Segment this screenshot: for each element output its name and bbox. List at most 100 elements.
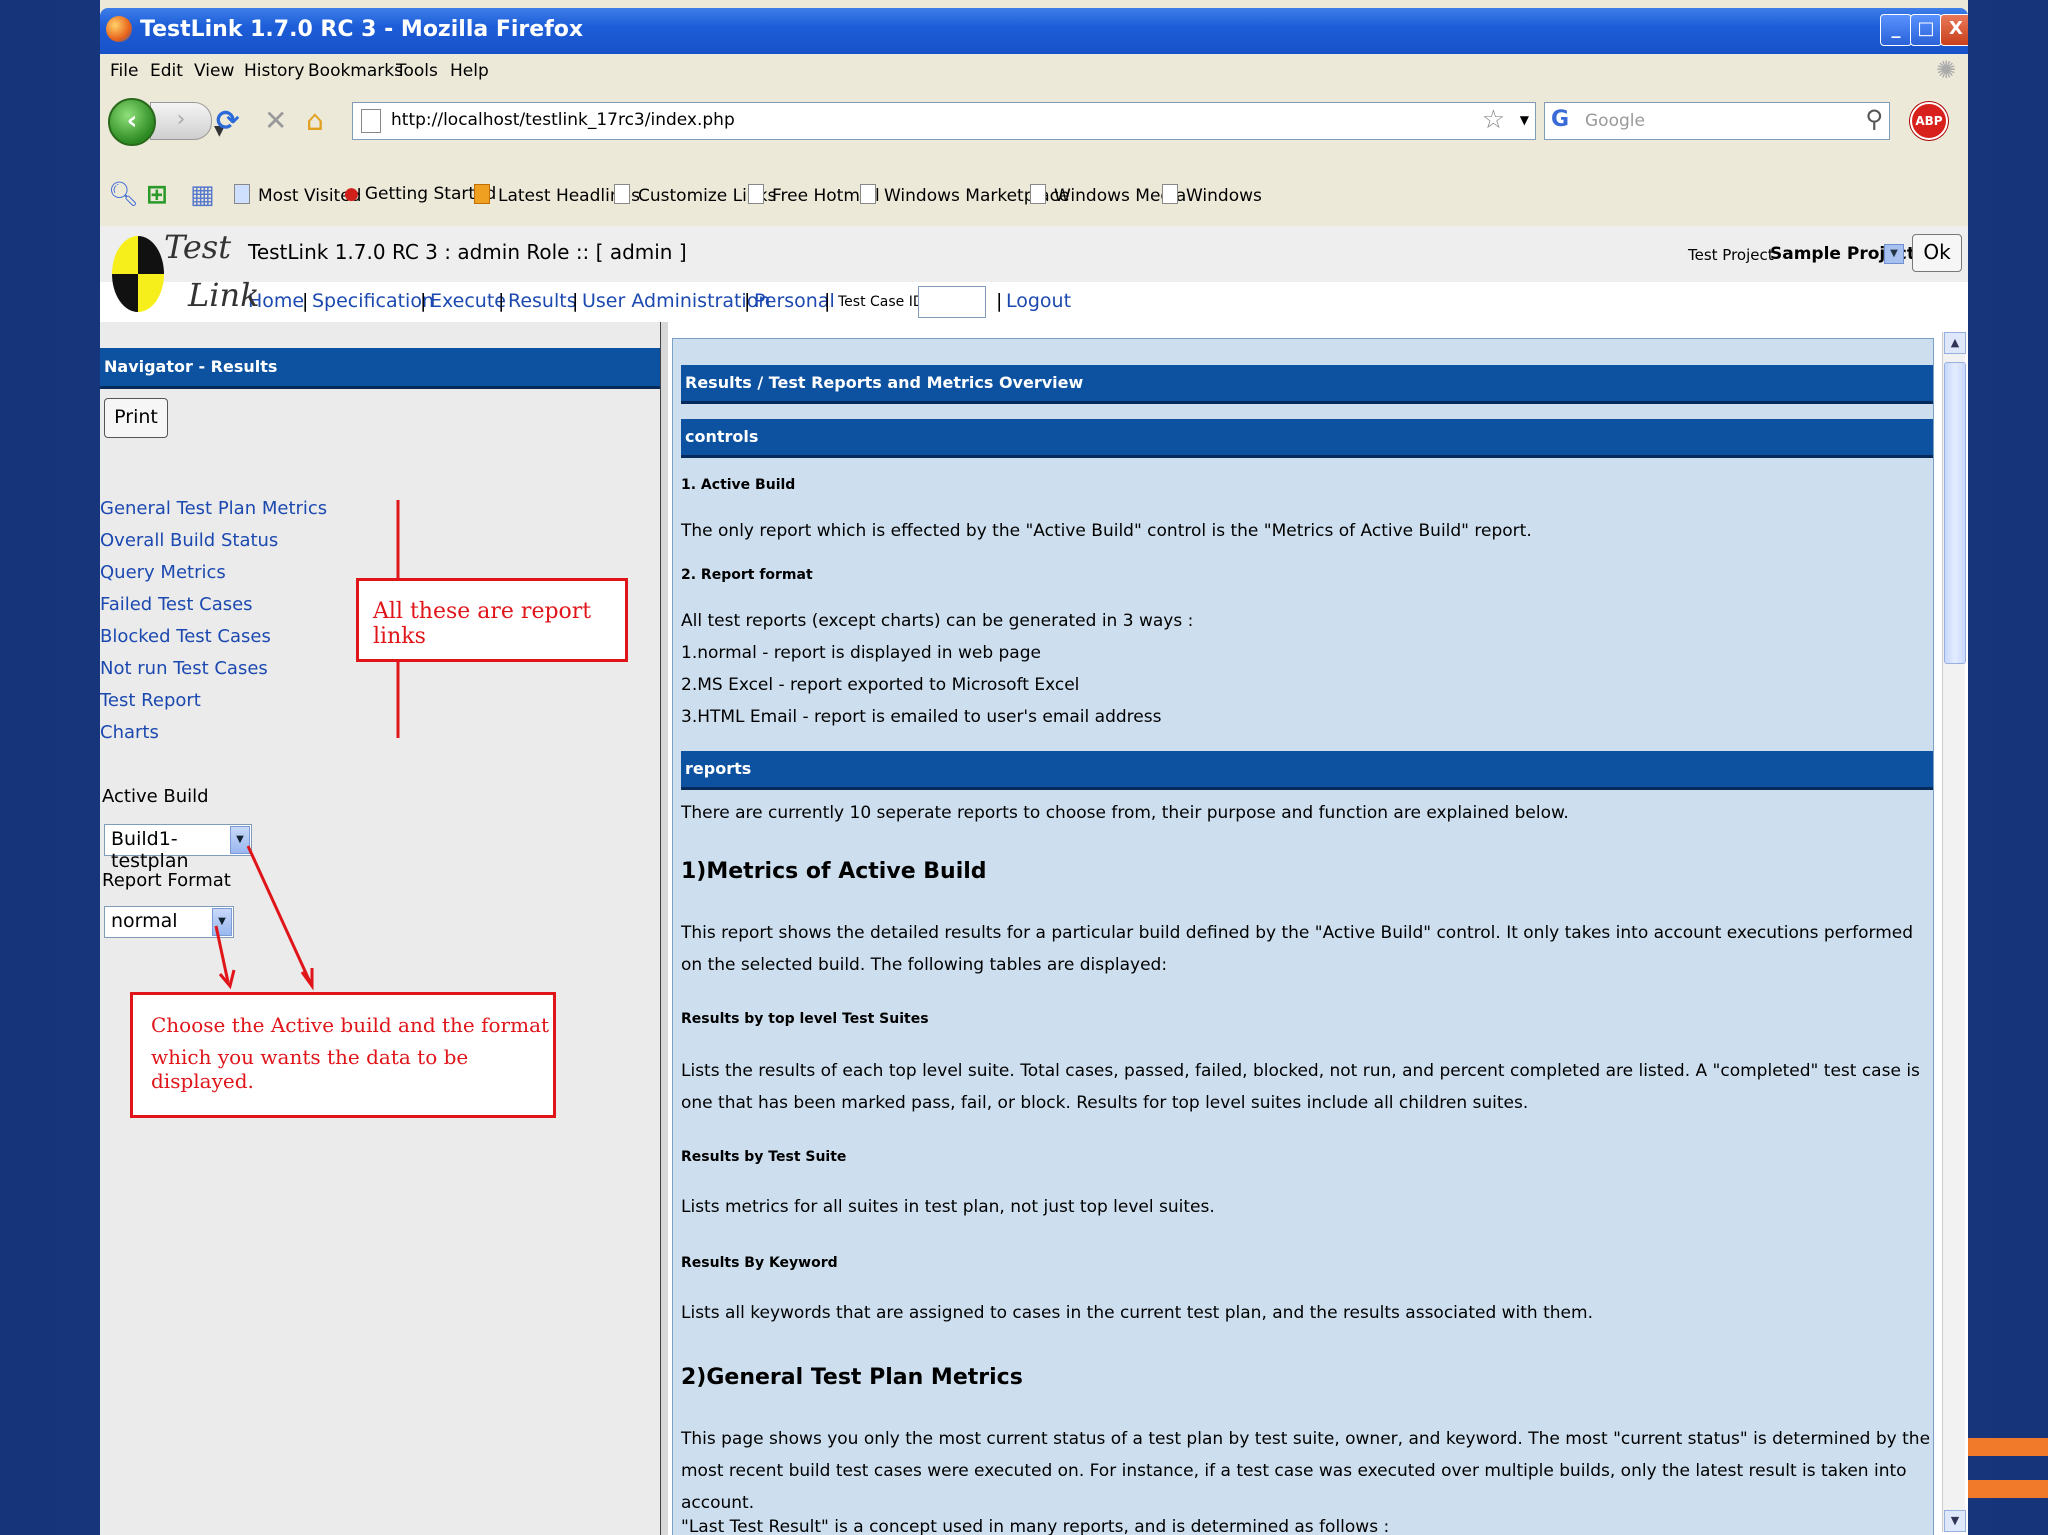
menu-bookmarks[interactable]: Bookmarks [308,61,403,81]
menu-tools[interactable]: Tools [396,61,438,81]
home-icon[interactable]: ⌂ [306,106,324,136]
browser-window: TestLink 1.7.0 RC 3 - Mozilla Firefox _ … [100,0,1968,1535]
report-link-blocked-test-cases[interactable]: Blocked Test Cases [100,626,271,647]
report-link-failed-test-cases[interactable]: Failed Test Cases [100,594,253,615]
scroll-down-icon[interactable]: ▼ [1944,1510,1966,1532]
top-suites-heading: Results by top level Test Suites [681,1011,929,1027]
throbber-icon: ✺ [1936,56,1957,84]
active-build-heading: 1. Active Build [681,477,796,493]
bookmarks-toolbar: 🔍︎ ⊞ ▦ Most Visited ● Getting Started Lat… [100,164,1968,227]
report-format-intro: All test reports (except charts) can be … [681,611,1194,631]
menu-separator: | [302,290,309,312]
star-icon[interactable]: ☆ [1482,105,1505,135]
report-link-not-run-test-cases[interactable]: Not run Test Cases [100,658,268,679]
test-case-id-label: Test Case ID: [838,294,929,310]
menu-separator: | [996,290,1003,312]
menu-separator: | [572,290,579,312]
results-content: Results / Test Reports and Metrics Overv… [672,338,1934,1535]
menu-bar: File Edit View History Bookmarks Tools H… [100,54,1968,88]
navigator-header: Navigator - Results [100,348,660,389]
nav-results[interactable]: Results [508,290,577,312]
metrics-active-build-text: This report shows the detailed results f… [681,923,1914,975]
scroll-thumb[interactable] [1944,362,1966,664]
report-format-way: 2.MS Excel - report exported to Microsof… [681,675,1080,695]
back-button[interactable]: ‹ [108,98,156,146]
testlink-title: TestLink 1.7.0 RC 3 : admin Role :: [ ad… [248,240,687,264]
page-icon [361,109,381,133]
report-format-heading: 2. Report format [681,567,813,583]
annotation-choose-build: Choose the Active build and the format w… [130,992,556,1118]
menu-history[interactable]: History [244,61,304,81]
nav-personal[interactable]: Personal [754,290,835,312]
menu-view[interactable]: View [194,61,234,81]
bookmark-windows[interactable]: Windows [1162,184,1262,206]
report-link-overall-build-status[interactable]: Overall Build Status [100,530,278,551]
controls-bar: controls [681,419,1933,458]
menu-separator: | [744,290,751,312]
url-dropdown-icon[interactable]: ▼ [1520,113,1529,127]
search-icon[interactable]: ⚲ [1865,105,1883,133]
bookmark-most-visited[interactable]: Most Visited [234,184,361,206]
nav-logout[interactable]: Logout [1006,290,1071,312]
url-text: http://localhost/testlink_17rc3/index.ph… [391,110,735,130]
maximize-button[interactable]: □ [1910,14,1942,46]
forward-button[interactable]: › [150,102,212,140]
menu-separator: | [420,290,427,312]
test-project-label: Test Project [1688,246,1774,264]
reload-icon[interactable]: ⟳ [216,106,239,136]
report-link-query-metrics[interactable]: Query Metrics [100,562,226,583]
by-keyword-heading: Results By Keyword [681,1255,838,1271]
by-keyword-text: Lists all keywords that are assigned to … [681,1303,1593,1323]
metrics-active-build-heading: 1)Metrics of Active Build [681,859,987,884]
slide-accent-bar [1968,1438,2048,1456]
menu-help[interactable]: Help [450,61,489,81]
active-build-text: The only report which is effected by the… [681,521,1532,541]
slide-accent-bar [1968,1480,2048,1498]
ok-button[interactable]: Ok [1912,234,1962,272]
general-metrics-text: This page shows you only the most curren… [681,1429,1931,1513]
report-link-test-report[interactable]: Test Report [100,690,201,711]
menu-separator: | [498,290,505,312]
close-button[interactable]: X [1940,14,1968,46]
logo-word-link: Link [188,276,260,314]
firefox-bookmark-icon: ● [344,184,359,204]
menu-edit[interactable]: Edit [150,61,183,81]
annotation-report-links: All these are report links [356,578,628,662]
calendar-icon[interactable]: ▦ [190,180,218,210]
results-header: Results / Test Reports and Metrics Overv… [681,365,1933,404]
stop-icon[interactable]: ✕ [264,106,287,136]
print-button[interactable]: Print [104,398,168,438]
menu-file[interactable]: File [110,61,138,81]
title-bar: TestLink 1.7.0 RC 3 - Mozilla Firefox _ … [100,8,1968,54]
window-title: TestLink 1.7.0 RC 3 - Mozilla Firefox [140,17,584,42]
nav-execute[interactable]: Execute [430,290,506,312]
minimize-button[interactable]: _ [1880,14,1912,46]
nav-specification[interactable]: Specification [312,290,434,312]
search-engine-icon[interactable]: G [1551,107,1569,132]
testlink-menu: Home | Specification | Execute | Results… [100,282,1968,324]
scroll-up-icon[interactable]: ▲ [1944,332,1966,354]
menu-separator: | [824,290,831,312]
scrollbar[interactable]: ▲ ▼ [1942,332,1966,1532]
test-case-id-input[interactable] [918,286,986,318]
adblock-plus-icon[interactable]: ABP [1910,102,1948,140]
logo-word-test: Test [164,228,232,266]
by-suite-text: Lists metrics for all suites in test pla… [681,1197,1215,1217]
report-format-way: 1.normal - report is displayed in web pa… [681,643,1041,663]
testlink-logo-icon [112,236,164,312]
testlink-header: TestLink 1.7.0 RC 3 : admin Role :: [ ad… [100,226,1968,284]
search-box[interactable]: G Google ⚲ [1544,102,1890,140]
chevron-down-icon[interactable]: ▼ [1884,244,1904,264]
add-icon[interactable]: ⊞ [146,180,174,210]
by-suite-heading: Results by Test Suite [681,1149,847,1165]
navigator-panel: Navigator - Results Print General Test P… [100,322,660,1535]
report-link-charts[interactable]: Charts [100,722,159,743]
search-tool-icon[interactable]: 🔍︎ [108,180,138,208]
reports-intro: There are currently 10 seperate reports … [681,803,1569,823]
url-bar[interactable]: http://localhost/testlink_17rc3/index.ph… [352,102,1536,140]
nav-user-administration[interactable]: User Administration [582,290,770,312]
results-panel: Results / Test Reports and Metrics Overv… [668,322,1968,1535]
general-metrics-heading: 2)General Test Plan Metrics [681,1365,1023,1390]
report-format-way: 3.HTML Email - report is emailed to user… [681,707,1162,727]
top-suites-text: Lists the results of each top level suit… [681,1061,1920,1113]
